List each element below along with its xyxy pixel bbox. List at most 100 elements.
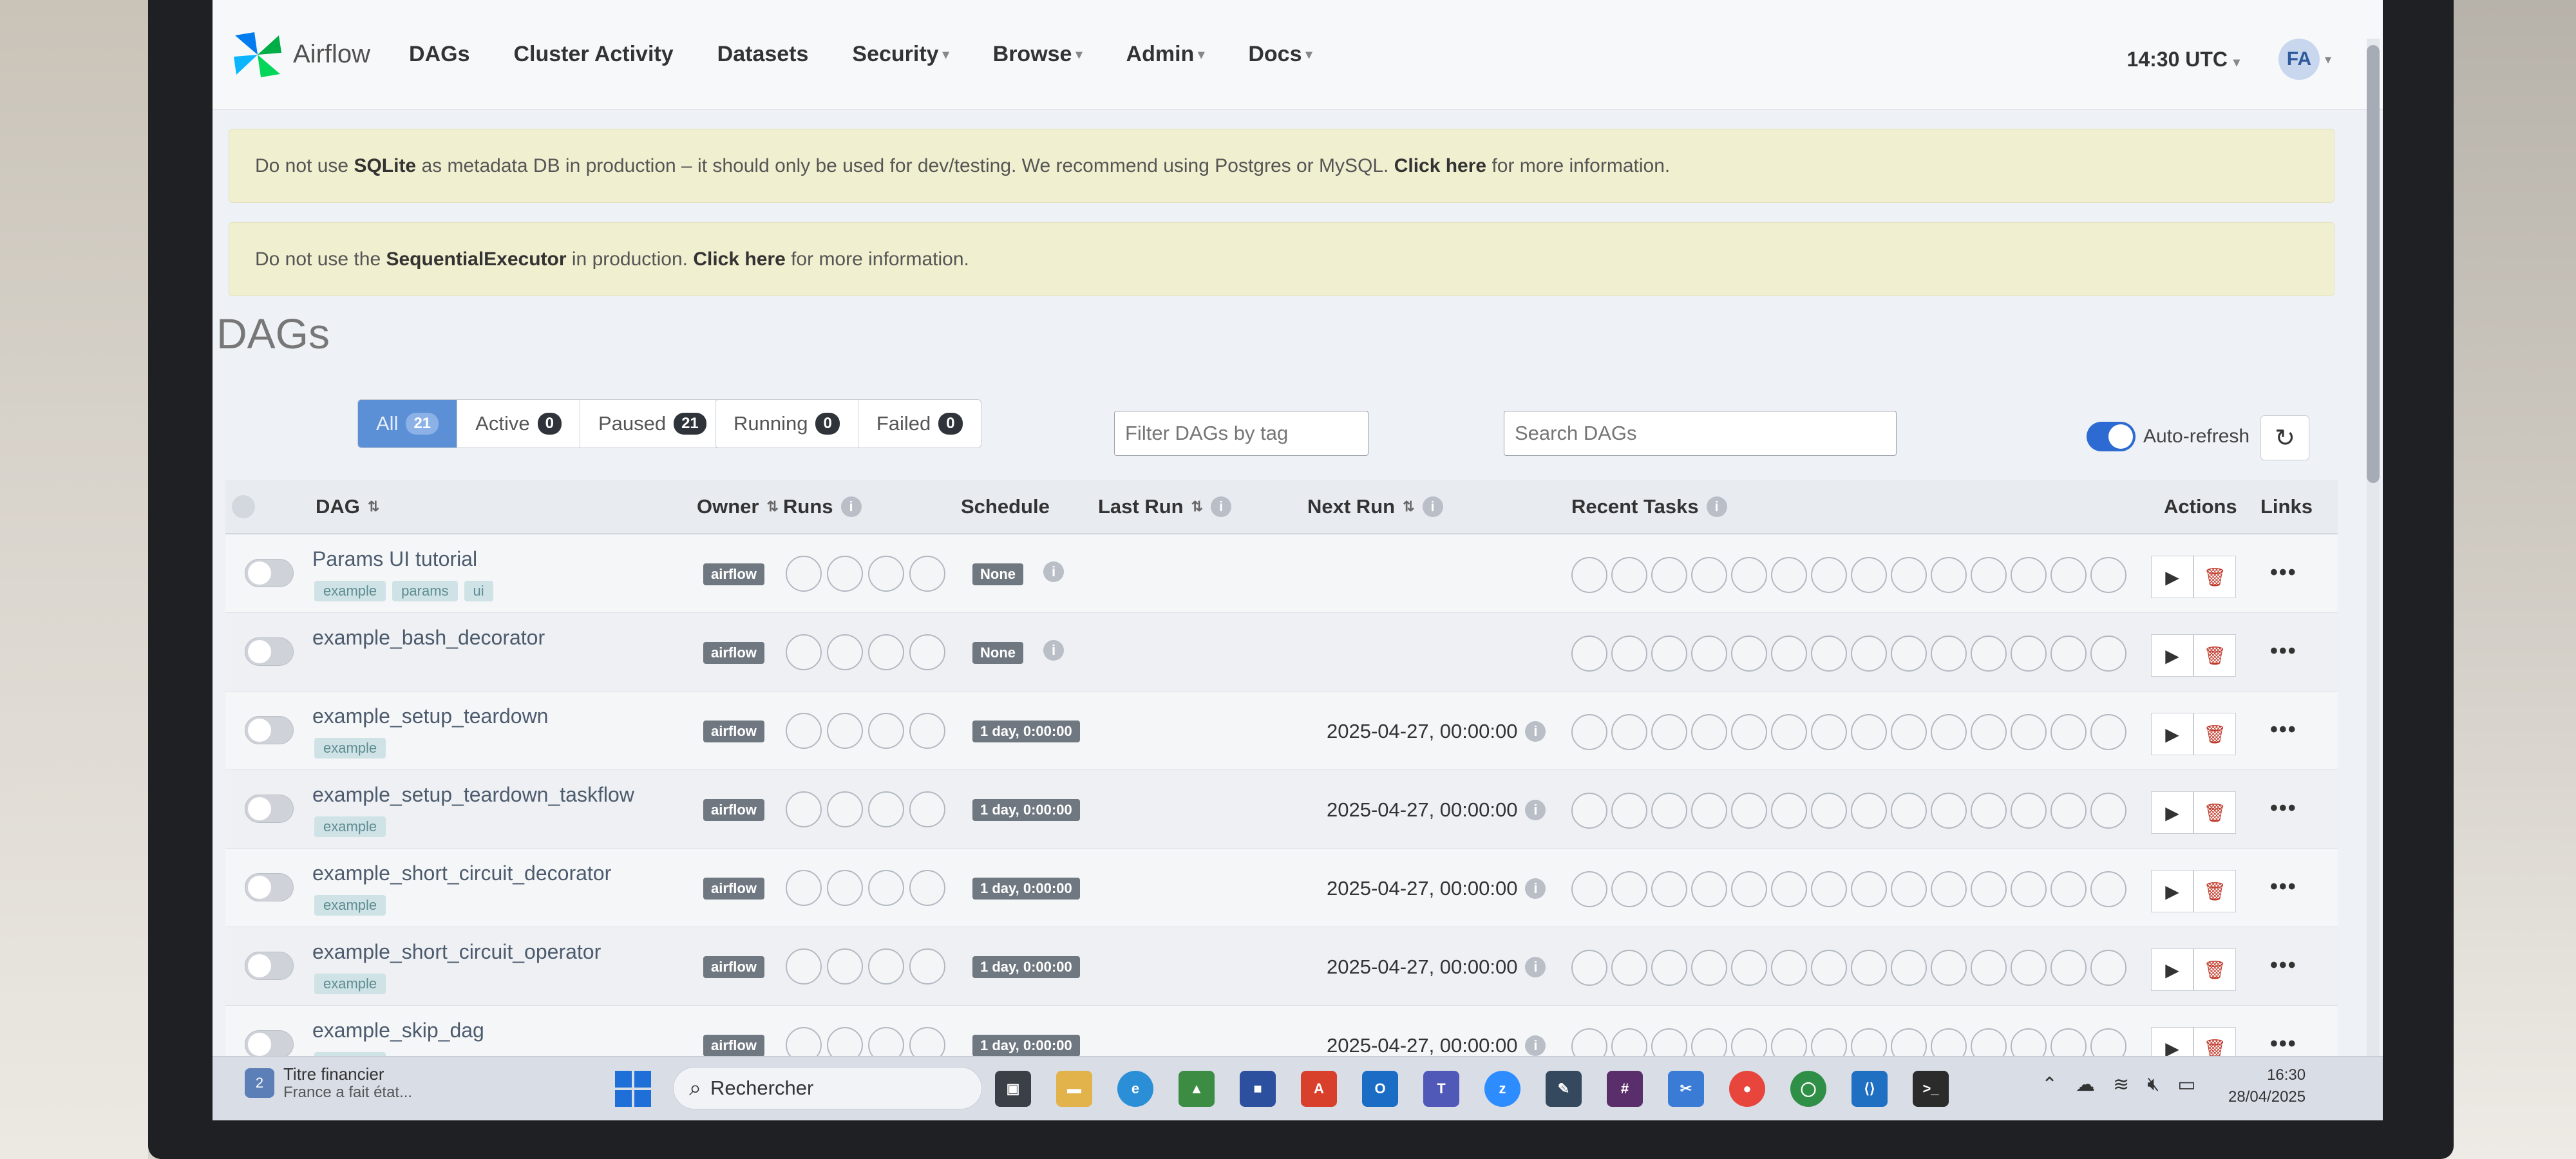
dag-tag[interactable]: params bbox=[392, 581, 458, 601]
more-links-icon[interactable]: ••• bbox=[2270, 717, 2297, 742]
task-status-circle[interactable] bbox=[1971, 636, 2007, 672]
chevron-up-icon[interactable]: ⌃ bbox=[2041, 1073, 2058, 1096]
trigger-dag-button[interactable]: ▶ bbox=[2151, 556, 2193, 598]
info-icon[interactable]: i bbox=[1525, 957, 1546, 977]
schedule-badge[interactable]: 1 day, 0:00:00 bbox=[972, 1035, 1080, 1057]
task-status-circle[interactable] bbox=[1771, 714, 1807, 750]
schedule-badge[interactable]: None bbox=[972, 563, 1023, 585]
edge-browser-icon[interactable]: e bbox=[1117, 1071, 1153, 1107]
task-status-circle[interactable] bbox=[2050, 871, 2087, 907]
task-status-circle[interactable] bbox=[2050, 636, 2087, 672]
outlook-icon[interactable]: O bbox=[1362, 1071, 1398, 1107]
filter-all-button[interactable]: All 21 bbox=[358, 400, 458, 448]
task-status-circle[interactable] bbox=[1971, 871, 2007, 907]
zoom-icon[interactable]: z bbox=[1484, 1071, 1520, 1107]
nav-item-dags[interactable]: DAGs bbox=[409, 42, 469, 67]
task-status-circle[interactable] bbox=[1571, 871, 1607, 907]
task-status-circle[interactable] bbox=[2090, 714, 2126, 750]
click-here-link[interactable]: Click here bbox=[693, 249, 785, 270]
task-status-circle[interactable] bbox=[1691, 950, 1727, 986]
schedule-badge[interactable]: None bbox=[972, 642, 1023, 664]
task-status-circle[interactable] bbox=[1611, 793, 1647, 829]
run-status-circle[interactable] bbox=[909, 791, 945, 827]
run-status-circle[interactable] bbox=[909, 870, 945, 906]
task-status-circle[interactable] bbox=[1891, 636, 1927, 672]
pause-toggle[interactable] bbox=[245, 716, 294, 744]
task-status-circle[interactable] bbox=[1651, 950, 1687, 986]
task-status-circle[interactable] bbox=[2011, 871, 2047, 907]
task-status-circle[interactable] bbox=[1611, 714, 1647, 750]
owner-badge[interactable]: airflow bbox=[703, 563, 764, 585]
task-status-circle[interactable] bbox=[2011, 950, 2047, 986]
task-status-circle[interactable] bbox=[1771, 793, 1807, 829]
tool-app-icon[interactable]: ✎ bbox=[1546, 1071, 1582, 1107]
task-status-circle[interactable] bbox=[1771, 950, 1807, 986]
taskbar-clock[interactable]: 16:30 28/04/2025 bbox=[2228, 1064, 2306, 1108]
file-explorer-icon[interactable]: ▬ bbox=[1056, 1071, 1092, 1107]
task-view-icon[interactable]: ▣ bbox=[995, 1071, 1031, 1107]
delete-dag-button[interactable]: 🗑︎ bbox=[2193, 556, 2236, 598]
refresh-button[interactable]: ↻ bbox=[2260, 415, 2309, 460]
task-status-circle[interactable] bbox=[1811, 636, 1847, 672]
task-status-circle[interactable] bbox=[1931, 714, 1967, 750]
pause-toggle[interactable] bbox=[245, 559, 294, 587]
news-widget[interactable]: 2 Titre financier France a fait état... bbox=[245, 1064, 412, 1102]
pause-toggle[interactable] bbox=[245, 952, 294, 980]
nav-item-datasets[interactable]: Datasets bbox=[717, 42, 809, 67]
run-status-circle[interactable] bbox=[827, 556, 863, 592]
info-icon[interactable]: i bbox=[1043, 561, 1064, 582]
owner-badge[interactable]: airflow bbox=[703, 1035, 764, 1057]
trigger-dag-button[interactable]: ▶ bbox=[2151, 791, 2193, 834]
more-links-icon[interactable]: ••• bbox=[2270, 953, 2297, 978]
nav-item-cluster-activity[interactable]: Cluster Activity bbox=[514, 42, 674, 67]
info-icon[interactable]: i bbox=[1422, 496, 1443, 517]
task-status-circle[interactable] bbox=[1611, 950, 1647, 986]
task-status-circle[interactable] bbox=[1651, 714, 1687, 750]
task-status-circle[interactable] bbox=[1731, 871, 1767, 907]
run-status-circle[interactable] bbox=[909, 713, 945, 749]
task-status-circle[interactable] bbox=[1891, 793, 1927, 829]
snipping-tool-icon[interactable]: ✂ bbox=[1668, 1071, 1704, 1107]
nav-item-security[interactable]: Security ▾ bbox=[852, 42, 949, 67]
pause-toggle[interactable] bbox=[245, 795, 294, 823]
task-status-circle[interactable] bbox=[1931, 557, 1967, 593]
dag-name-link[interactable]: example_skip_dag bbox=[312, 1019, 484, 1042]
task-status-circle[interactable] bbox=[1611, 557, 1647, 593]
dag-tag[interactable]: example bbox=[314, 895, 386, 916]
task-status-circle[interactable] bbox=[1691, 714, 1727, 750]
autorefresh-control[interactable]: Auto-refresh bbox=[2087, 422, 2249, 451]
dag-name-link[interactable]: example_bash_decorator bbox=[312, 626, 545, 650]
task-status-circle[interactable] bbox=[2011, 636, 2047, 672]
schedule-badge[interactable]: 1 day, 0:00:00 bbox=[972, 878, 1080, 900]
task-status-circle[interactable] bbox=[1891, 714, 1927, 750]
chrome-icon[interactable]: ● bbox=[1729, 1071, 1765, 1107]
run-status-circle[interactable] bbox=[827, 948, 863, 985]
run-status-circle[interactable] bbox=[786, 870, 822, 906]
dag-tag[interactable]: example bbox=[314, 581, 386, 601]
terminal-icon[interactable]: >_ bbox=[1913, 1071, 1949, 1107]
task-status-circle[interactable] bbox=[2090, 950, 2126, 986]
task-status-circle[interactable] bbox=[2011, 714, 2047, 750]
owner-badge[interactable]: airflow bbox=[703, 956, 764, 978]
scrollbar-thumb[interactable] bbox=[2367, 45, 2380, 483]
filter-running-button[interactable]: Running 0 bbox=[715, 400, 858, 448]
task-status-circle[interactable] bbox=[1731, 714, 1767, 750]
task-status-circle[interactable] bbox=[1971, 714, 2007, 750]
task-status-circle[interactable] bbox=[1731, 636, 1767, 672]
run-status-circle[interactable] bbox=[909, 634, 945, 670]
delete-dag-button[interactable]: 🗑︎ bbox=[2193, 948, 2236, 991]
dag-name-link[interactable]: example_setup_teardown_taskflow bbox=[312, 783, 634, 807]
run-status-circle[interactable] bbox=[868, 713, 904, 749]
task-status-circle[interactable] bbox=[1971, 950, 2007, 986]
server-clock[interactable]: 14:30 UTC ▾ bbox=[2127, 48, 2240, 71]
task-status-circle[interactable] bbox=[1571, 557, 1607, 593]
task-status-circle[interactable] bbox=[2090, 636, 2126, 672]
filter-failed-button[interactable]: Failed 0 bbox=[858, 400, 981, 448]
run-status-circle[interactable] bbox=[786, 634, 822, 670]
task-status-circle[interactable] bbox=[1851, 557, 1887, 593]
task-status-circle[interactable] bbox=[1811, 871, 1847, 907]
schedule-badge[interactable]: 1 day, 0:00:00 bbox=[972, 799, 1080, 821]
select-all-checkbox[interactable] bbox=[232, 495, 255, 518]
owner-badge[interactable]: airflow bbox=[703, 721, 764, 742]
task-status-circle[interactable] bbox=[1691, 557, 1727, 593]
